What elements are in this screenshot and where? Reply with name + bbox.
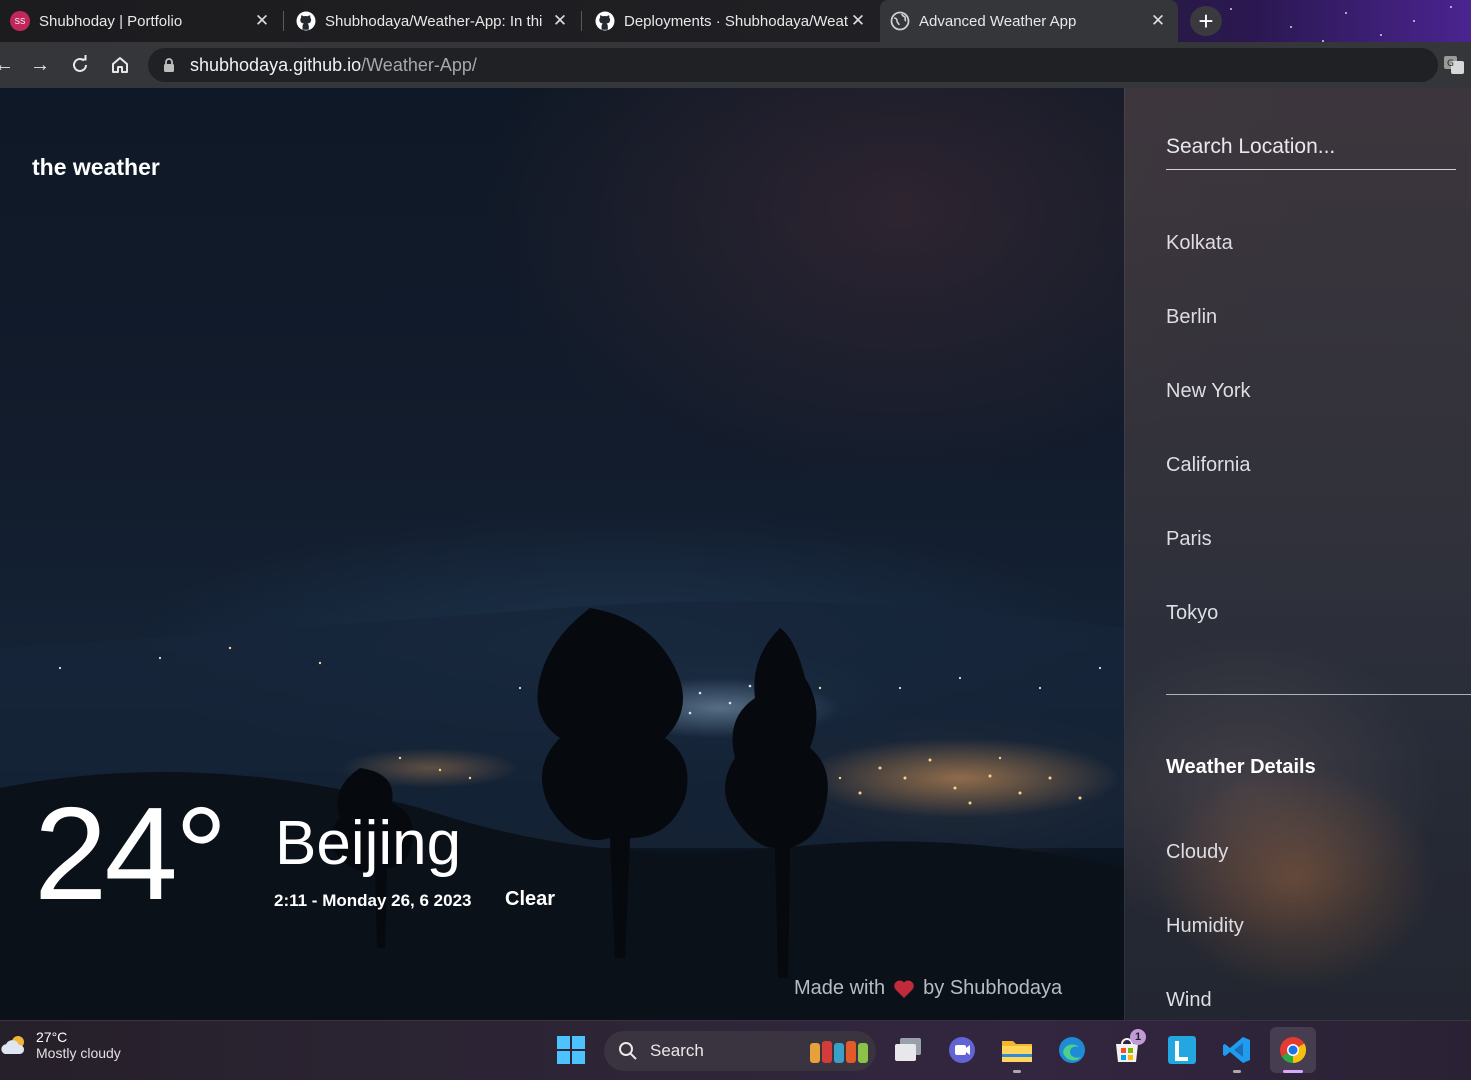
search-location-input[interactable] — [1166, 124, 1456, 170]
windows-start-icon[interactable] — [554, 1033, 588, 1067]
weather-condition: Clear — [505, 888, 556, 910]
taskbar-weather-widget[interactable]: 27°C Mostly cloudy — [0, 1029, 121, 1061]
vscode-icon[interactable] — [1220, 1033, 1254, 1067]
location-item-berlin[interactable]: Berlin — [1166, 306, 1217, 329]
detail-humidity: Humidity — [1166, 915, 1244, 937]
translate-icon[interactable]: G — [1443, 55, 1465, 75]
tab-portfolio[interactable]: SS Shubhoday | Portfolio ✕ — [0, 0, 282, 42]
panel-divider — [1166, 694, 1471, 695]
location-item-new-york[interactable]: New York — [1166, 380, 1251, 403]
detail-wind: Wind — [1166, 989, 1212, 1011]
running-indicator — [1013, 1070, 1021, 1073]
task-view-icon[interactable] — [891, 1033, 925, 1067]
address-bar[interactable]: shubhodaya.github.io/Weather-App/ — [148, 48, 1438, 82]
tab-title: Shubhoday | Portfolio — [39, 12, 183, 30]
footer-prefix: Made with — [794, 977, 886, 999]
active-indicator — [1283, 1070, 1303, 1073]
close-icon[interactable]: ✕ — [252, 11, 272, 31]
weather-details-heading: Weather Details — [1166, 756, 1316, 778]
os-taskbar: 27°C Mostly cloudy Search 1 — [0, 1020, 1471, 1080]
taskbar-search-box[interactable]: Search — [604, 1031, 876, 1071]
tab-divider — [283, 11, 284, 31]
date-time: 2:11 - Monday 26, 6 2023 — [274, 891, 472, 910]
browser-toolbar: ← → shubhodaya.github.io/Weather-App/ G — [0, 42, 1471, 88]
lock-icon — [164, 58, 174, 72]
back-arrow-icon[interactable]: ← — [0, 51, 18, 79]
browser-tab-strip: SS Shubhoday | Portfolio ✕ Shubhodaya/We… — [0, 0, 1471, 42]
temperature-value: 24° — [34, 780, 228, 927]
file-explorer-icon[interactable] — [1000, 1033, 1034, 1067]
github-icon — [296, 11, 316, 31]
detail-cloudy: Cloudy — [1166, 841, 1229, 863]
tab-title: Advanced Weather App — [919, 12, 1077, 30]
app-brand-title: the weather — [32, 154, 160, 180]
url-host: shubhodaya.github.io — [190, 54, 362, 75]
new-tab-button[interactable]: + — [1190, 6, 1222, 36]
sidebar-panel: Kolkata Berlin New York California Paris… — [1124, 88, 1471, 1020]
tab-weather-app-repo[interactable]: Shubhodaya/Weather-App: In thi ✕ — [286, 0, 580, 42]
reload-icon[interactable] — [66, 51, 94, 79]
location-item-tokyo[interactable]: Tokyo — [1166, 602, 1218, 625]
tab-advanced-weather-app[interactable]: Advanced Weather App ✕ — [880, 0, 1178, 42]
footer-suffix: by Shubhodaya — [923, 977, 1063, 999]
taskbar-weather-temp: 27°C — [36, 1029, 68, 1045]
close-icon[interactable]: ✕ — [848, 11, 868, 31]
portfolio-favicon-icon: SS — [10, 11, 30, 31]
location-item-paris[interactable]: Paris — [1166, 528, 1212, 551]
microsoft-store-icon[interactable]: 1 — [1110, 1029, 1146, 1067]
home-icon[interactable] — [106, 51, 134, 79]
taskbar-search-label: Search — [650, 1041, 704, 1060]
city-name: Beijing — [275, 809, 462, 878]
taskbar-weather-desc: Mostly cloudy — [36, 1045, 121, 1061]
chrome-icon[interactable] — [1270, 1027, 1316, 1073]
running-indicator — [1233, 1070, 1241, 1073]
tab-title: Deployments · Shubhodaya/Weat — [624, 12, 848, 30]
close-icon[interactable]: ✕ — [550, 11, 570, 31]
url-path: /Weather-App/ — [361, 54, 477, 75]
edge-browser-icon[interactable] — [1055, 1033, 1089, 1067]
location-item-california[interactable]: California — [1166, 454, 1250, 477]
tab-title: Shubhodaya/Weather-App: In thi — [325, 12, 543, 30]
footer-credit: Made with by Shubhodaya — [794, 977, 1062, 1000]
forward-arrow-icon[interactable]: → — [26, 51, 54, 79]
partly-cloudy-icon — [1, 1036, 25, 1054]
close-icon[interactable]: ✕ — [1148, 11, 1168, 31]
moon-icon — [527, 835, 536, 853]
teams-chat-icon[interactable] — [945, 1033, 979, 1067]
tab-divider — [581, 11, 582, 31]
web-page: the weather 24° Beijing 2:11 - Monday 26… — [0, 88, 1471, 1020]
search-icon — [619, 1042, 637, 1060]
app-l-icon[interactable] — [1165, 1033, 1199, 1067]
location-item-kolkata[interactable]: Kolkata — [1166, 232, 1233, 255]
notification-badge: 1 — [1130, 1029, 1146, 1045]
tab-deployments[interactable]: Deployments · Shubhodaya/Weat ✕ — [585, 0, 878, 42]
globe-icon — [890, 11, 910, 31]
heart-icon — [894, 979, 914, 998]
search-highlight-illustration-icon — [810, 1041, 868, 1063]
svg-text:G: G — [1447, 59, 1454, 69]
github-icon — [595, 11, 615, 31]
